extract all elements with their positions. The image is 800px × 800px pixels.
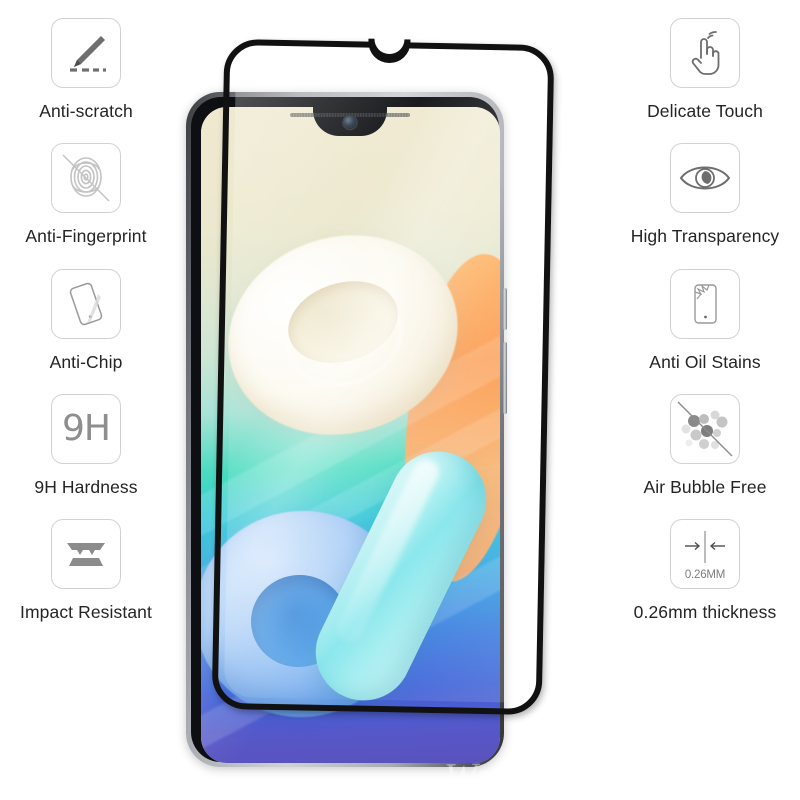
fingerprint-slash-icon bbox=[51, 143, 121, 214]
volume-button[interactable] bbox=[502, 342, 507, 414]
feature-air-bubble-free: Air Bubble Free bbox=[610, 393, 800, 497]
feature-9h-hardness: 9H 9H Hardness bbox=[0, 393, 172, 497]
feature-label: Delicate Touch bbox=[647, 101, 763, 121]
feature-label: 9H Hardness bbox=[34, 476, 138, 497]
left-feature-column: Anti-scratch Anti-Fingerprint Anti-Chip … bbox=[0, 0, 172, 800]
touch-hand-icon bbox=[670, 18, 740, 88]
feature-label: High Transparency bbox=[630, 226, 780, 247]
feature-label: Impact Resistant bbox=[20, 602, 152, 622]
hardness-icon-text: 9H bbox=[62, 407, 111, 449]
phone-body bbox=[186, 92, 507, 767]
phone-screen bbox=[200, 106, 500, 763]
pencil-scratch-icon bbox=[51, 18, 121, 88]
hardness-9h-icon: 9H bbox=[51, 393, 121, 464]
eye-icon bbox=[670, 143, 740, 214]
protector-notch-cutout bbox=[368, 38, 411, 64]
feature-delicate-touch: Delicate Touch bbox=[610, 18, 800, 121]
feature-thickness: 0.26MM 0.26mm thickness bbox=[610, 519, 800, 622]
protector-notch-inner bbox=[374, 31, 405, 55]
bubbles-slash-icon bbox=[670, 393, 740, 464]
feature-label: Anti Oil Stains bbox=[649, 351, 761, 372]
thickness-arrows-icon: 0.26MM bbox=[670, 519, 740, 589]
feature-label: Air Bubble Free bbox=[643, 476, 767, 497]
right-feature-column: Delicate Touch High Transparency Anti Oi… bbox=[610, 0, 800, 800]
feature-label: Anti-Chip bbox=[49, 351, 123, 372]
feature-anti-chip: Anti-Chip bbox=[0, 268, 172, 372]
feature-high-transparency: High Transparency bbox=[610, 143, 800, 246]
feature-label: 0.26mm thickness bbox=[633, 602, 777, 622]
feature-anti-scratch: Anti-scratch bbox=[0, 18, 172, 121]
watermark-registered-symbol: ® bbox=[596, 761, 610, 778]
thickness-icon-text: 0.26MM bbox=[684, 569, 726, 581]
feature-impact-resistant: Impact Resistant bbox=[0, 519, 172, 622]
phone-bezel bbox=[191, 97, 500, 763]
product-feature-image: Anti-scratch Anti-Fingerprint Anti-Chip … bbox=[0, 0, 800, 800]
feature-anti-fingerprint: Anti-Fingerprint bbox=[0, 143, 172, 246]
feature-anti-oil-stains: Anti Oil Stains bbox=[610, 268, 800, 372]
phone-mockup: WolfRule® bbox=[186, 92, 610, 799]
power-button[interactable] bbox=[502, 288, 507, 330]
impact-layers-icon bbox=[51, 519, 121, 589]
tilted-phone-icon bbox=[51, 268, 121, 339]
front-camera-icon bbox=[343, 115, 357, 129]
feature-label: Anti-Fingerprint bbox=[25, 226, 147, 247]
feature-label: Anti-scratch bbox=[39, 101, 133, 121]
cracked-phone-icon bbox=[670, 268, 740, 339]
